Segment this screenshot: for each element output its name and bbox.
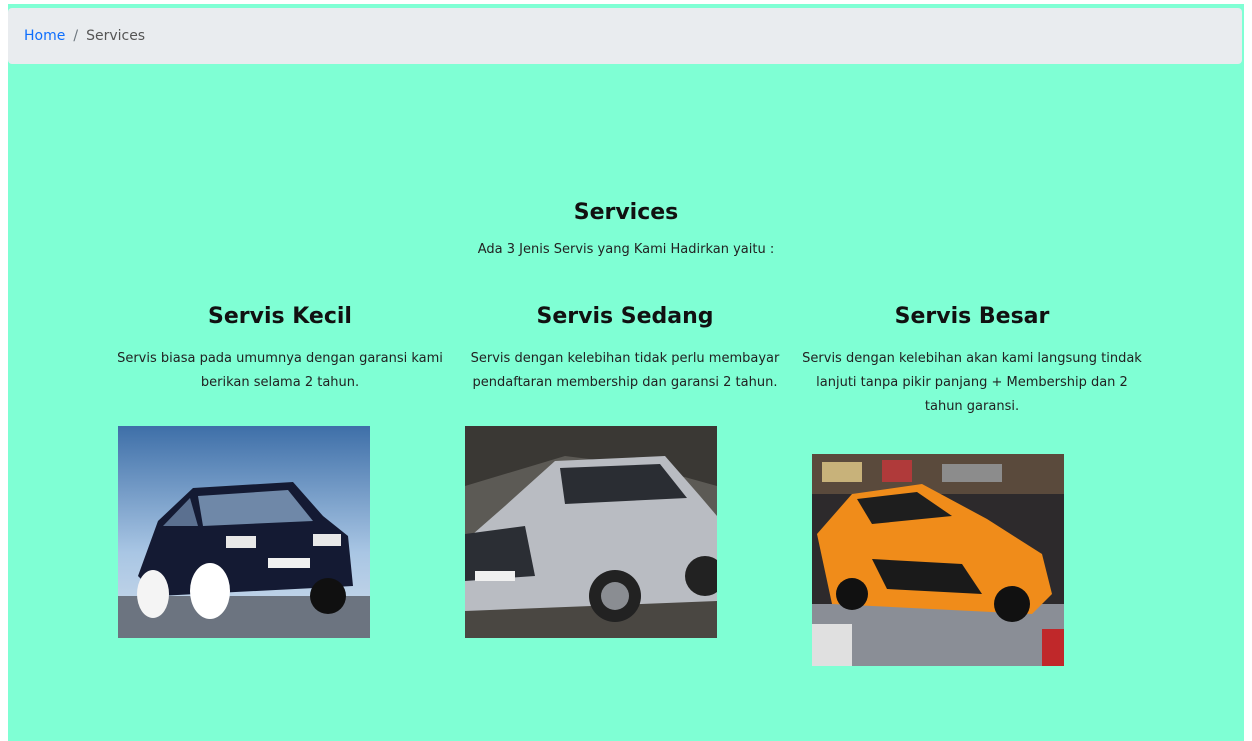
service-description: Servis dengan kelebihan tidak perlu memb… <box>470 351 780 390</box>
breadcrumb-home-link[interactable]: Home <box>24 28 65 44</box>
service-card-sedang: Servis Sedang Servis dengan kelebihan ti… <box>455 304 795 395</box>
hatchback-car-image <box>118 426 370 638</box>
page-container: Home / Services Services Ada 3 Jenis Ser… <box>8 4 1244 741</box>
service-card-kecil: Servis Kecil Servis biasa pada umumnya d… <box>110 304 450 395</box>
service-title: Servis Sedang <box>536 304 714 329</box>
suv-car-image <box>465 426 717 638</box>
service-card-besar: Servis Besar Servis dengan kelebihan aka… <box>802 304 1142 419</box>
service-description: Servis biasa pada umumnya dengan garansi… <box>117 351 443 390</box>
service-description: Servis dengan kelebihan akan kami langsu… <box>802 351 1142 414</box>
breadcrumb-current: Services <box>86 28 146 44</box>
page-title: Services <box>573 200 679 225</box>
breadcrumb: Home / Services <box>8 8 1242 64</box>
service-title: Servis Kecil <box>208 304 352 329</box>
service-image-kecil <box>118 426 370 638</box>
sports-car-image <box>812 454 1064 666</box>
page-intro: Ada 3 Jenis Servis yang Kami Hadirkan ya… <box>477 242 775 257</box>
service-title: Servis Besar <box>894 304 1050 329</box>
breadcrumb-separator: / <box>73 28 79 44</box>
service-image-sedang <box>465 426 717 638</box>
service-image-besar <box>812 454 1064 666</box>
